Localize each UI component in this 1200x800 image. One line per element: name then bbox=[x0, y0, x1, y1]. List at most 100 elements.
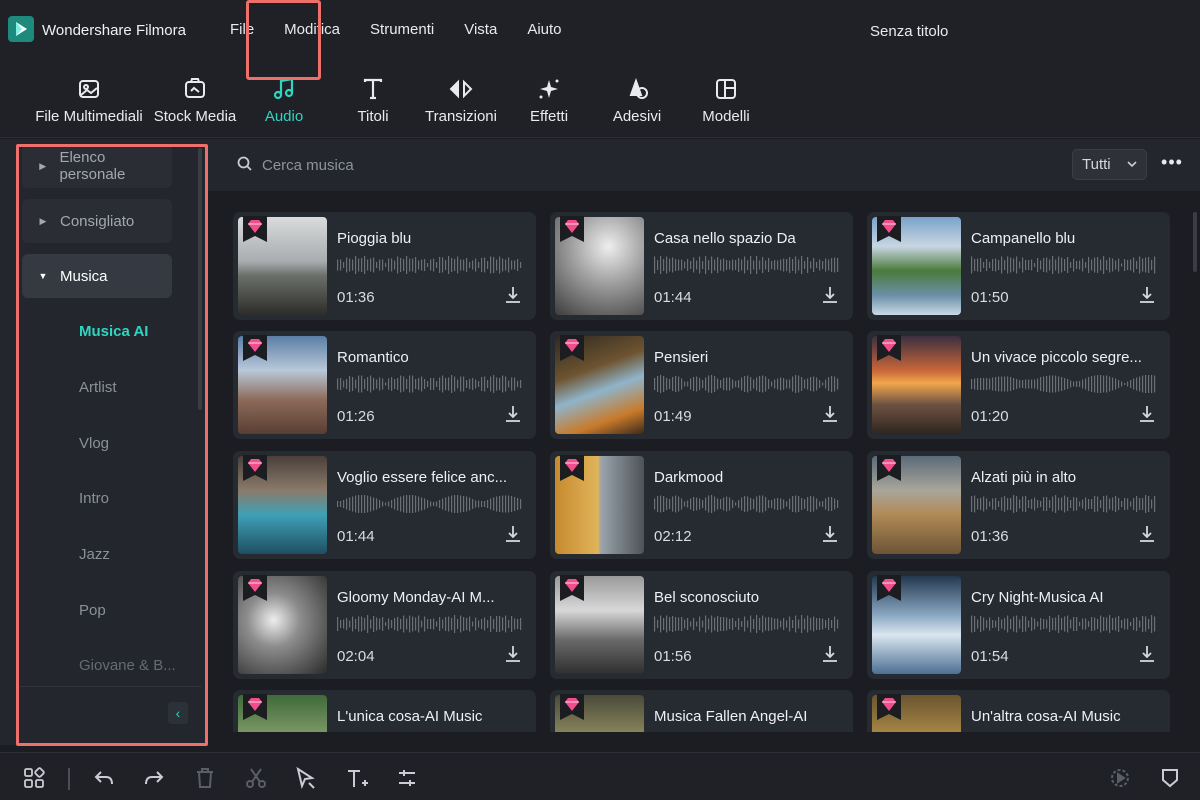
track-title: Un'altra cosa-AI Music bbox=[971, 708, 1121, 725]
download-icon[interactable] bbox=[1138, 643, 1156, 665]
menu-vista[interactable]: Vista bbox=[464, 21, 497, 38]
audio-track-card[interactable]: Un vivace piccolo segre... 01:20 bbox=[867, 331, 1170, 439]
tab-stock-media[interactable]: Stock Media bbox=[153, 62, 237, 138]
audio-track-card[interactable]: Voglio essere felice anc... 01:44 bbox=[233, 451, 536, 559]
download-icon[interactable] bbox=[821, 403, 839, 425]
waveform bbox=[654, 375, 839, 393]
audio-track-card[interactable]: L'unica cosa-AI Music bbox=[233, 690, 536, 732]
audio-track-card[interactable]: Cry Night-Musica AI 01:54 bbox=[867, 571, 1170, 679]
title-t-icon bbox=[363, 78, 383, 99]
sidebar-item-musica[interactable]: ▼ Musica bbox=[22, 254, 172, 298]
download-icon[interactable] bbox=[504, 523, 522, 545]
caret-right-icon: ▶ bbox=[39, 160, 47, 171]
sidebar-item-elenco-personale[interactable]: ▶ Elenco personale bbox=[22, 144, 172, 188]
undo-icon[interactable] bbox=[92, 766, 116, 790]
select-pointer-icon[interactable] bbox=[294, 766, 318, 790]
tab-adesivi[interactable]: Adesivi bbox=[607, 62, 667, 138]
app-name: Wondershare Filmora bbox=[42, 22, 186, 39]
playback-render-icon[interactable] bbox=[1108, 766, 1132, 790]
shield-icon[interactable] bbox=[1158, 766, 1182, 790]
collapse-sidebar-button[interactable]: ‹ bbox=[168, 702, 188, 724]
waveform bbox=[971, 375, 1156, 393]
audio-track-card[interactable]: Campanello blu 01:50 bbox=[867, 212, 1170, 320]
sticker-icon bbox=[629, 77, 648, 99]
audio-track-card[interactable]: Bel sconosciuto 01:56 bbox=[550, 571, 853, 679]
premium-diamond-icon bbox=[243, 455, 267, 481]
waveform bbox=[971, 256, 1156, 274]
download-icon[interactable] bbox=[821, 523, 839, 545]
media-toolbar: File Multimediali Stock Media Audio Tito… bbox=[0, 62, 1200, 138]
track-title: Cry Night-Musica AI bbox=[971, 589, 1104, 606]
grid-scrollbar[interactable] bbox=[1193, 212, 1197, 272]
audio-track-card[interactable]: Pioggia blu 01:36 bbox=[233, 212, 536, 320]
toolbar-divider bbox=[68, 768, 70, 790]
download-icon[interactable] bbox=[1138, 523, 1156, 545]
add-text-icon[interactable] bbox=[345, 766, 369, 790]
tab-label: Audio bbox=[264, 107, 304, 125]
redo-icon[interactable] bbox=[142, 766, 166, 790]
music-grid: Pioggia blu 01:36 Casa nello spazio Da 01:4… bbox=[208, 192, 1200, 732]
sidebar-subitem-intro[interactable]: Intro bbox=[79, 490, 109, 507]
filter-dropdown[interactable]: Tutti bbox=[1072, 149, 1147, 180]
track-title: Musica Fallen Angel-AI bbox=[654, 708, 808, 725]
track-duration: 01:50 bbox=[971, 289, 1009, 306]
track-duration: 01:26 bbox=[337, 408, 375, 425]
tab-effetti[interactable]: Effetti bbox=[519, 62, 579, 138]
download-icon[interactable] bbox=[504, 284, 522, 306]
menu-strumenti[interactable]: Strumenti bbox=[370, 21, 434, 38]
premium-diamond-icon bbox=[877, 575, 901, 601]
audio-track-card[interactable]: Musica Fallen Angel-AI bbox=[550, 690, 853, 732]
waveform bbox=[654, 256, 839, 274]
stock-media-icon bbox=[185, 77, 205, 98]
delete-icon[interactable] bbox=[193, 766, 217, 790]
sidebar-subitem-musica-ai[interactable]: Musica AI bbox=[79, 323, 148, 340]
waveform bbox=[337, 495, 522, 513]
adjust-sliders-icon[interactable] bbox=[395, 766, 419, 790]
more-options-icon[interactable]: ••• bbox=[1160, 152, 1184, 176]
track-title: Voglio essere felice anc... bbox=[337, 469, 508, 486]
audio-track-card[interactable]: Gloomy Monday-AI M... 02:04 bbox=[233, 571, 536, 679]
premium-diamond-icon bbox=[243, 575, 267, 601]
audio-track-card[interactable]: Pensieri 01:49 bbox=[550, 331, 853, 439]
download-icon[interactable] bbox=[821, 643, 839, 665]
audio-track-card[interactable]: Darkmood 02:12 bbox=[550, 451, 853, 559]
tab-titoli[interactable]: Titoli bbox=[343, 62, 403, 138]
menu-aiuto[interactable]: Aiuto bbox=[527, 21, 561, 38]
download-icon[interactable] bbox=[504, 643, 522, 665]
search-input[interactable] bbox=[262, 151, 662, 179]
premium-diamond-icon bbox=[877, 335, 901, 361]
download-icon[interactable] bbox=[504, 403, 522, 425]
filter-value: Tutti bbox=[1082, 156, 1111, 173]
layout-grid-icon[interactable] bbox=[22, 766, 46, 790]
audio-track-card[interactable]: Un'altra cosa-AI Music bbox=[867, 690, 1170, 732]
download-icon[interactable] bbox=[1138, 284, 1156, 306]
waveform bbox=[337, 615, 522, 633]
audio-track-card[interactable]: Alzati più in alto 01:36 bbox=[867, 451, 1170, 559]
premium-diamond-icon bbox=[877, 216, 901, 242]
sidebar-item-label: Consigliato bbox=[60, 212, 135, 230]
sidebar-subitem-vlog[interactable]: Vlog bbox=[79, 435, 109, 452]
tab-file-multimediali[interactable]: File Multimediali bbox=[33, 62, 145, 138]
premium-diamond-icon bbox=[877, 455, 901, 481]
sidebar-subitem-giovane[interactable]: Giovane & B... bbox=[79, 657, 176, 674]
sidebar-subitem-pop[interactable]: Pop bbox=[79, 602, 106, 619]
document-title: Senza titolo bbox=[870, 23, 949, 40]
sidebar-subitem-artlist[interactable]: Artlist bbox=[79, 379, 117, 396]
track-duration: 01:44 bbox=[654, 289, 692, 306]
track-title: Bel sconosciuto bbox=[654, 589, 760, 606]
download-icon[interactable] bbox=[1138, 403, 1156, 425]
sidebar-scrollbar[interactable] bbox=[198, 148, 202, 410]
track-title: Pioggia blu bbox=[337, 230, 412, 247]
sidebar-item-label: Elenco personale bbox=[59, 149, 126, 183]
audio-track-card[interactable]: Casa nello spazio Da 01:44 bbox=[550, 212, 853, 320]
cut-scissors-icon[interactable] bbox=[244, 766, 268, 790]
sidebar-subitem-jazz[interactable]: Jazz bbox=[79, 546, 110, 563]
tab-modelli[interactable]: Modelli bbox=[696, 62, 756, 138]
track-title: Casa nello spazio Da bbox=[654, 230, 796, 247]
effects-sparkle-icon bbox=[539, 79, 559, 98]
tab-transizioni[interactable]: Transizioni bbox=[422, 62, 500, 138]
sidebar-item-consigliato[interactable]: ▶ Consigliato bbox=[22, 199, 172, 243]
download-icon[interactable] bbox=[821, 284, 839, 306]
audio-track-card[interactable]: Romantico 01:26 bbox=[233, 331, 536, 439]
search-icon bbox=[237, 156, 252, 171]
